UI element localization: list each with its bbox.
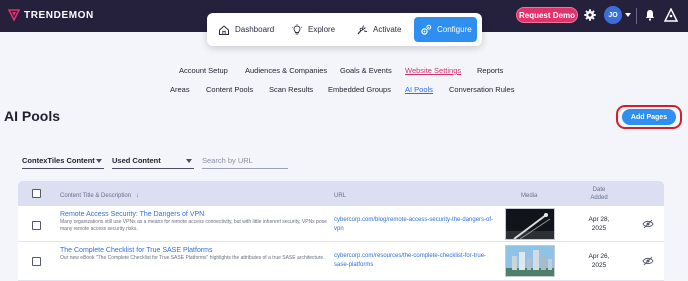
header-url: URL <box>334 193 347 199</box>
subnav-reports[interactable]: Reports <box>477 66 503 75</box>
row-title[interactable]: Remote Access Security: The Dangers of V… <box>60 211 204 218</box>
table-header: Content Title & Description ↓ URL Media … <box>18 181 664 206</box>
assistant-icon[interactable] <box>664 8 678 22</box>
hide-eye-icon[interactable] <box>642 219 654 229</box>
subnav-audiences-companies[interactable]: Audiences & Companies <box>245 66 327 75</box>
content-type-select[interactable]: ContexTiles Content <box>22 156 104 169</box>
usage-select[interactable]: Used Content <box>112 156 194 169</box>
chevron-down-icon <box>96 159 102 163</box>
hide-eye-icon[interactable] <box>642 256 654 266</box>
nav-configure[interactable]: Configure <box>414 17 477 42</box>
subnav-account-setup[interactable]: Account Setup <box>179 66 228 75</box>
explore-icon <box>291 23 303 34</box>
logo-icon <box>8 9 20 21</box>
subnav-scan-results[interactable]: Scan Results <box>269 85 313 94</box>
media-thumbnail[interactable] <box>505 245 555 277</box>
header-date-added: Date Added <box>590 187 608 201</box>
row-title[interactable]: The Complete Checklist for True SASE Pla… <box>60 247 213 254</box>
row-url[interactable]: cybercorp.com/blog/remote-access-securit… <box>334 216 494 234</box>
table-row: Remote Access Security: The Dangers of V… <box>18 206 664 242</box>
date-line-1: Apr 26, <box>588 253 610 260</box>
nav-configure-label: Configure <box>437 25 472 34</box>
usage-value: Used Content <box>112 156 161 165</box>
chevron-down-icon[interactable] <box>625 13 631 17</box>
media-thumbnail[interactable] <box>505 208 555 240</box>
configure-icon <box>421 24 432 35</box>
subnav-embedded-groups[interactable]: Embedded Groups <box>328 85 391 94</box>
main-nav-menu: Dashboard Explore Activate Configure <box>207 13 482 46</box>
nav-activate[interactable]: Activate <box>350 17 412 42</box>
divider <box>636 8 637 24</box>
nav-explore-label: Explore <box>308 25 336 34</box>
add-pages-button[interactable]: Add Pages <box>622 109 676 125</box>
date-line-1: Apr 28, <box>588 216 610 223</box>
subnav-website-settings[interactable]: Website Settings <box>405 66 461 75</box>
nav-dashboard-label: Dashboard <box>235 25 275 34</box>
sort-arrow-icon[interactable]: ↓ <box>136 193 139 199</box>
chevron-down-icon <box>186 159 192 163</box>
subnav-conversation-rules[interactable]: Conversation Rules <box>449 85 514 94</box>
search-input[interactable]: Search by URL <box>202 156 288 169</box>
row-checkbox[interactable] <box>32 257 41 266</box>
brand-logo[interactable]: TRENDEMON <box>8 9 94 21</box>
brand-name: TRENDEMON <box>24 9 94 21</box>
request-demo-button[interactable]: Request Demo <box>516 7 578 23</box>
nav-dashboard[interactable]: Dashboard <box>212 17 277 42</box>
date-added: Apr 28, 2025 <box>584 215 614 233</box>
header-title-label: Content Title & Description <box>60 193 132 199</box>
nav-explore[interactable]: Explore <box>285 17 345 42</box>
date-added: Apr 26, 2025 <box>584 252 614 270</box>
select-all-checkbox[interactable] <box>32 189 41 198</box>
subnav-goals-events[interactable]: Goals & Events <box>340 66 392 75</box>
activate-icon <box>357 24 368 34</box>
subnav-ai-pools[interactable]: AI Pools <box>405 85 433 94</box>
header-title[interactable]: Content Title & Description ↓ <box>60 193 139 199</box>
header-media: Media <box>521 193 538 199</box>
bell-icon[interactable] <box>644 9 656 21</box>
row-url[interactable]: cybercorp.com/resources/the-complete-che… <box>334 252 494 270</box>
page-title: AI Pools <box>4 108 61 124</box>
media-image <box>506 209 554 239</box>
row-description: Our new eBook "The Complete Checklist fo… <box>60 255 325 261</box>
subnav-areas[interactable]: Areas <box>170 85 190 94</box>
subnav-content-pools[interactable]: Content Pools <box>206 85 253 94</box>
date-line-2: 2025 <box>591 262 607 269</box>
row-checkbox[interactable] <box>32 221 41 230</box>
user-avatar[interactable]: JO <box>604 6 622 24</box>
content-type-value: ContexTiles Content <box>22 156 95 165</box>
nav-activate-label: Activate <box>373 25 402 34</box>
row-description: Many organizations still use VPNs as a m… <box>60 219 327 232</box>
table-row: The Complete Checklist for True SASE Pla… <box>18 242 664 281</box>
settings-gear-icon[interactable] <box>584 9 596 21</box>
home-icon <box>219 24 229 35</box>
media-image <box>506 246 554 276</box>
date-line-2: 2025 <box>591 225 607 232</box>
